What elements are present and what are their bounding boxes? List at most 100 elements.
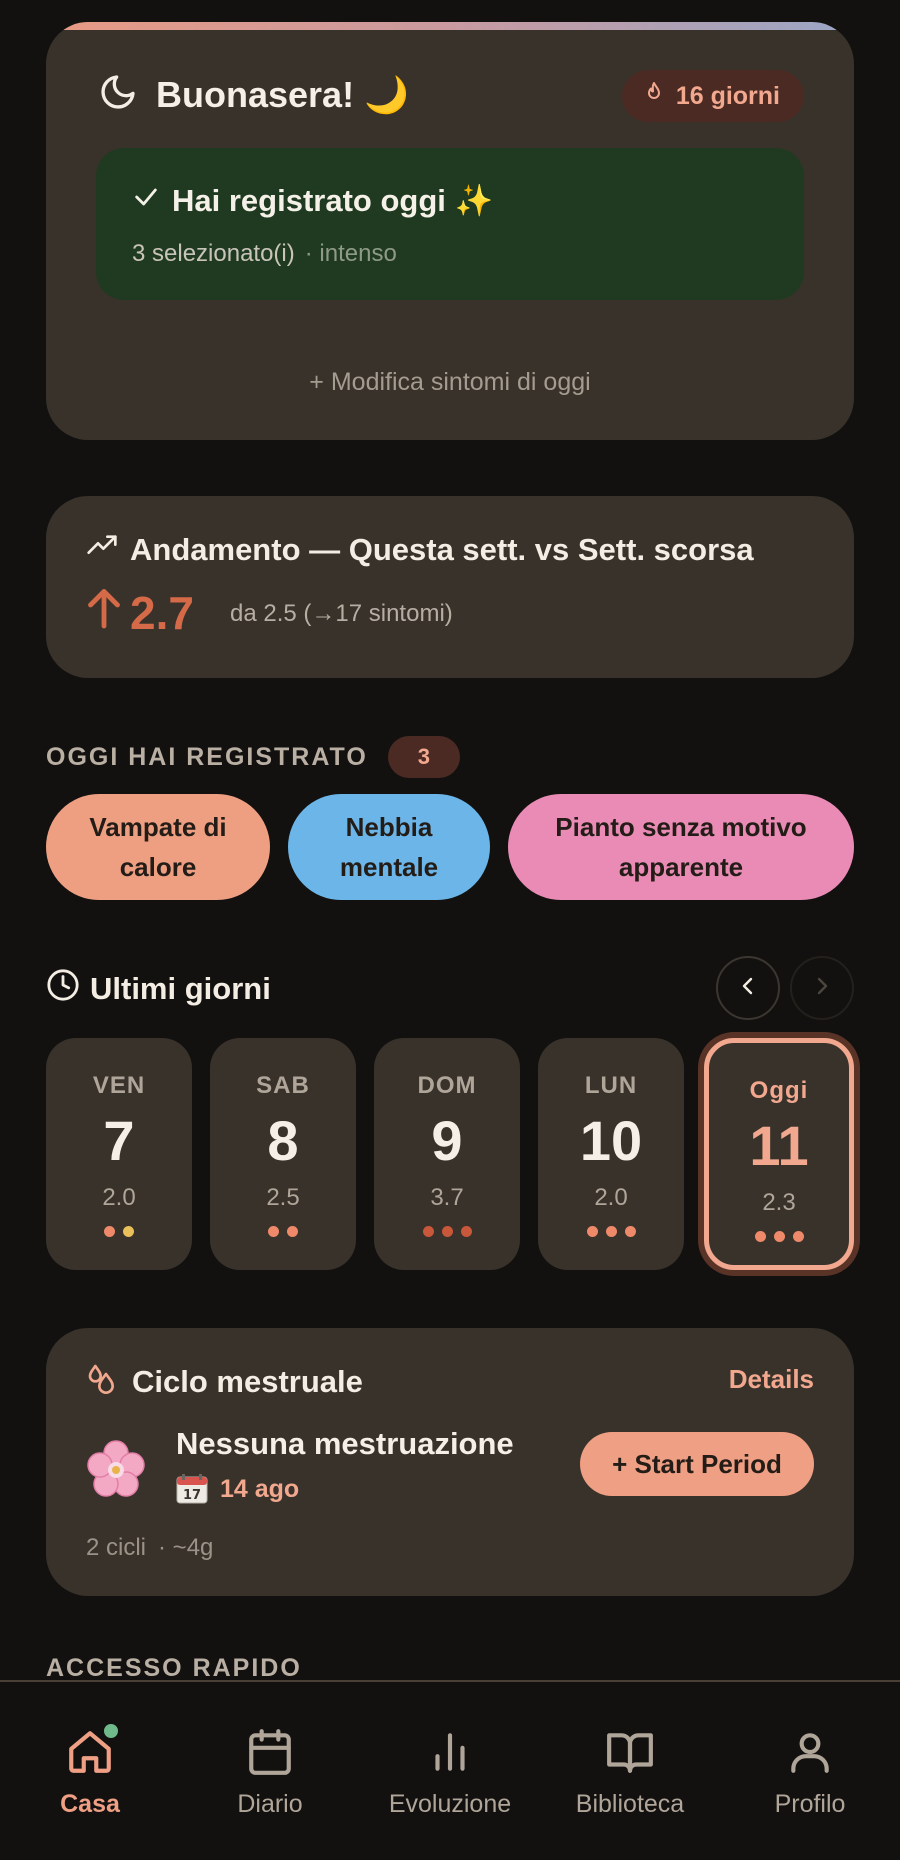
intensity-dot [624,1226,636,1237]
check-icon [132,183,172,219]
symptom-chip[interactable]: Nebbia mentale [288,794,490,900]
nav-label: Evoluzione [388,1790,512,1818]
streak-badge[interactable]: 16 giorni [621,70,804,122]
logged-today-summary: 3 selezionato(i) · intenso [132,240,397,268]
symptom-chip[interactable]: Vampate di calore [46,794,270,900]
cycle-footer: 2 cicli · ~4g [86,1534,213,1562]
intensity-label: · intenso [304,240,397,267]
intensity-dot [268,1226,279,1237]
day-name: LUN [584,1072,638,1099]
greeting-header: Buonasera! 🌙 [98,72,409,117]
calendar-icon [245,1727,295,1782]
trend-card[interactable]: Andamento — Questa sett. vs Sett. scorsa… [46,496,854,678]
chevron-right-icon [810,974,834,1003]
day-intensity-dots [538,1226,684,1237]
day-name: DOM [417,1072,477,1099]
chevron-left-icon [736,974,760,1003]
day-number: 10 [579,1109,643,1172]
day-number: 8 [267,1109,299,1172]
day-intensity-dots [374,1226,520,1237]
day-card[interactable]: LUN 10 2.0 [538,1038,684,1270]
intensity-dot [792,1231,804,1242]
day-score: 3.7 [430,1184,464,1211]
intensity-dot [586,1226,598,1237]
svg-text:17: 17 [183,1488,201,1503]
droplets-icon [86,1362,132,1402]
symptom-chip-label: Vampate di calore [89,812,227,882]
symptom-chip[interactable]: Pianto senza motivo apparente [508,794,854,900]
cycle-details-link[interactable]: Details [729,1364,814,1395]
greeting-title: Buonasera! 🌙 [156,73,409,115]
nav-item-profilo[interactable]: Profilo [720,1726,900,1819]
flower-icon [86,1440,146,1500]
bar-chart-icon [425,1727,475,1782]
logged-today-title: Hai registrato oggi ✨ [132,182,493,219]
day-card[interactable]: VEN 7 2.0 [46,1038,192,1270]
trend-value-row: 2.7 [86,586,194,640]
day-number: 9 [431,1109,463,1172]
symptom-chip-label: Pianto senza motivo apparente [555,812,807,882]
intensity-dot [460,1226,472,1237]
trending-up-icon [86,530,130,570]
day-card-today[interactable]: Oggi 11 2.3 [704,1038,854,1270]
day-card[interactable]: SAB 8 2.5 [210,1038,356,1270]
bottom-nav: Casa Diario Evoluzione Biblioteca Profil… [0,1680,900,1860]
arrow-up-icon [86,586,130,640]
cycle-title-row: Ciclo mestruale [86,1362,363,1402]
trend-value: 2.7 [130,587,194,639]
selected-count: 3 selezionato(i) [132,240,295,267]
trend-title: Andamento — Questa sett. vs Sett. scorsa [130,532,754,567]
symptom-chip-label: Nebbia mentale [339,812,439,882]
user-icon [785,1727,835,1782]
edit-symptoms-link[interactable]: + Modifica sintomi di oggi [46,368,854,397]
cycle-status: Nessuna mestruazione [176,1426,514,1461]
today-logged-header: OGGI HAI REGISTRATO 3 [46,736,460,778]
intensity-dot [605,1226,617,1237]
today-logged-count: 3 [387,736,460,778]
nav-label: Profilo [774,1790,846,1818]
recent-days-header: Ultimi giorni [46,968,271,1010]
nav-item-evoluzione[interactable]: Evoluzione [360,1726,540,1819]
nav-item-diario[interactable]: Diario [180,1726,360,1819]
intensity-dot [422,1226,434,1237]
intensity-dot [754,1231,766,1242]
nav-item-biblioteca[interactable]: Biblioteca [540,1726,720,1819]
next-days-button[interactable] [790,956,854,1020]
cycle-count: 2 cicli [86,1534,147,1561]
book-icon [605,1727,655,1782]
streak-label: 16 giorni [675,81,780,110]
day-score: 2.0 [594,1184,628,1211]
nav-item-casa[interactable]: Casa [0,1724,180,1819]
cycle-date: 14 ago [220,1474,300,1503]
trend-comparison: da 2.5 (→17 sintomi) [230,600,453,627]
day-name: VEN [92,1072,146,1099]
day-number: 7 [103,1109,135,1172]
day-score: 2.3 [762,1189,796,1216]
intensity-dot [441,1226,453,1237]
cycle-date-row: 17 14 ago [176,1474,299,1504]
intensity-dot [104,1226,115,1237]
quick-access-label: ACCESSO RAPIDO [46,1654,302,1682]
intensity-dot [287,1226,298,1237]
nav-label: Biblioteca [575,1790,685,1818]
intensity-dot [773,1231,785,1242]
day-name: SAB [256,1072,310,1099]
day-card[interactable]: DOM 9 3.7 [374,1038,520,1270]
nav-label: Casa [60,1790,120,1818]
recent-days-title: Ultimi giorni [90,971,271,1006]
trend-title-row: Andamento — Questa sett. vs Sett. scorsa [86,530,754,570]
greeting-card: Buonasera! 🌙 16 giorni Hai registrato og… [46,22,854,440]
today-logged-label: OGGI HAI REGISTRATO [46,742,368,771]
day-intensity-dots [709,1231,849,1242]
intensity-dot [123,1226,134,1237]
prev-days-button[interactable] [716,956,780,1020]
logged-today-box[interactable]: Hai registrato oggi ✨ 3 selezionato(i) · … [96,148,804,300]
clock-icon [46,968,90,1010]
cycle-card: Ciclo mestruale Details Nessuna mestruaz… [46,1328,854,1596]
flame-icon [642,81,676,112]
day-score: 2.5 [266,1184,300,1211]
gradient-accent-line [46,22,854,30]
cycle-title: Ciclo mestruale [132,1364,363,1399]
day-name: Oggi [749,1077,809,1104]
start-period-button[interactable]: + Start Period [580,1432,814,1496]
